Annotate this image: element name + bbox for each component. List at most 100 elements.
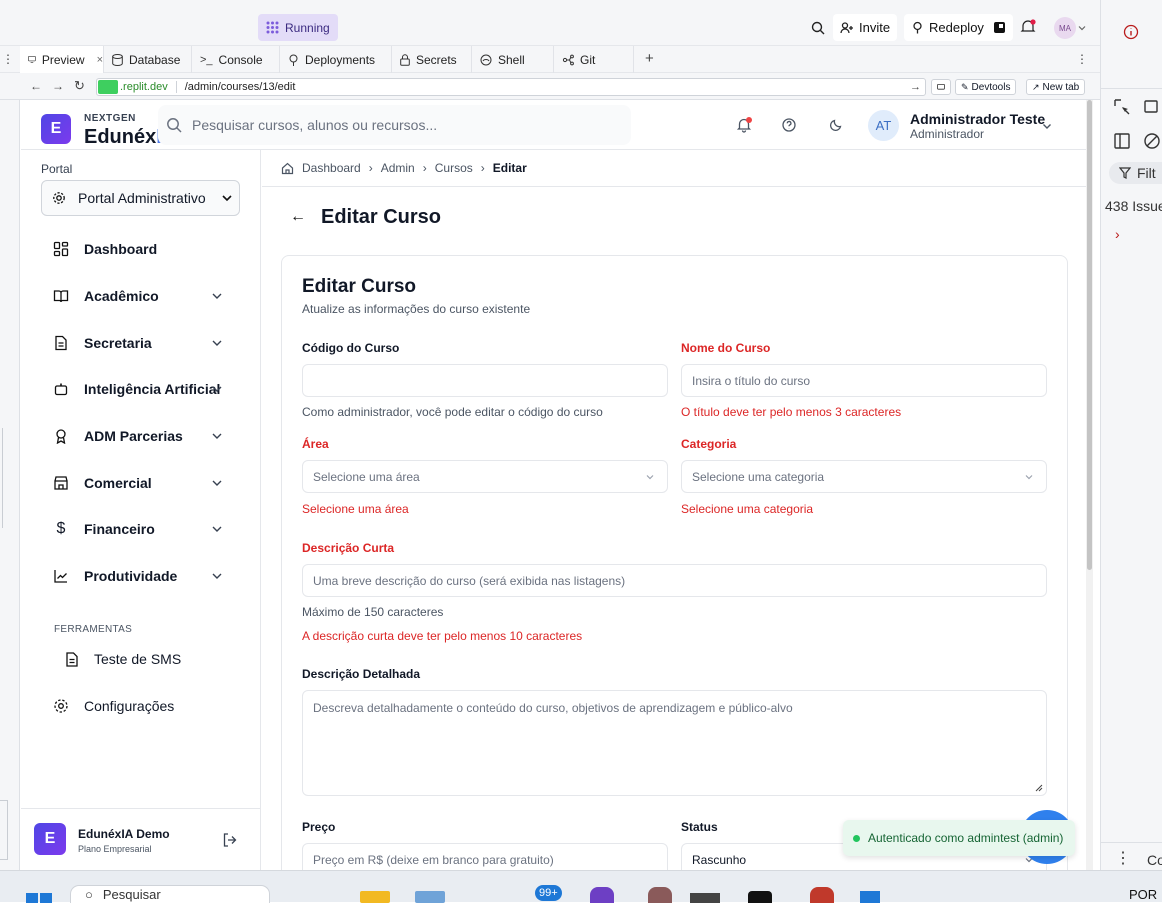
sidebar-item-dashboard[interactable]: Dashboard: [53, 234, 157, 264]
logout-icon[interactable]: [222, 832, 238, 848]
tab-database[interactable]: Database: [104, 46, 192, 73]
area-select[interactable]: Selecione uma área: [302, 460, 668, 493]
portal-select[interactable]: Portal Administrativo: [41, 180, 240, 216]
devtools-button[interactable]: ✎ Devtools: [955, 79, 1017, 95]
more-icon[interactable]: ⋮: [1076, 52, 1088, 66]
issues-count[interactable]: 438 Issue: [1105, 198, 1162, 214]
tab-label: Deployments: [305, 52, 376, 67]
language-indicator[interactable]: POR: [1129, 887, 1157, 902]
app-icon[interactable]: [590, 887, 614, 903]
sidebar-item-academico[interactable]: Acadêmico: [53, 281, 222, 311]
breadcrumb-admin[interactable]: Admin: [381, 161, 415, 175]
app-icon[interactable]: [415, 891, 445, 903]
breadcrumb-cursos[interactable]: Cursos: [435, 161, 473, 175]
breadcrumb-dashboard[interactable]: Dashboard: [302, 161, 361, 175]
device-toggle-icon[interactable]: [1143, 98, 1161, 116]
reload-icon[interactable]: ↻: [74, 78, 85, 94]
invite-button[interactable]: Invite: [833, 14, 898, 41]
sidebar-item-financeiro[interactable]: $ Financeiro: [53, 514, 222, 544]
calendar-icon[interactable]: [860, 891, 880, 903]
sidebar-item-ia[interactable]: Inteligência Artificial: [53, 374, 222, 404]
card-subtitle: Atualize as informações do curso existen…: [302, 302, 531, 316]
tab-shell[interactable]: Shell: [472, 46, 554, 73]
search-button[interactable]: [804, 14, 832, 41]
sidebar-toggle-icon[interactable]: [1113, 132, 1131, 150]
main-content: Dashboard › Admin › Cursos › Editar ← Ed…: [262, 150, 1093, 870]
inspect-icon[interactable]: [1113, 98, 1131, 116]
user-name[interactable]: Administrador Teste: [910, 111, 1045, 127]
portal-select-value: Portal Administrativo: [78, 190, 206, 206]
file-explorer-icon[interactable]: [360, 891, 390, 903]
close-icon[interactable]: ×: [97, 54, 103, 66]
filter-input[interactable]: Filt: [1109, 162, 1162, 184]
add-tab-button[interactable]: +: [645, 50, 654, 67]
monitor-icon: [937, 83, 945, 90]
help-icon[interactable]: [782, 118, 796, 132]
sidebar-item-secretaria[interactable]: Secretaria: [53, 328, 222, 358]
search-input[interactable]: Pesquisar cursos, alunos ou recursos...: [158, 105, 631, 145]
chevron-down-icon: [646, 474, 654, 479]
tab-secrets[interactable]: Secrets: [392, 46, 472, 73]
chevron-down-icon[interactable]: [1078, 24, 1086, 32]
tab-preview[interactable]: Preview ×: [20, 46, 104, 73]
app-icon[interactable]: [810, 887, 834, 903]
tools-heading: FERRAMENTAS: [54, 624, 133, 635]
taskbar-search[interactable]: ○ Pesquisar: [70, 885, 270, 903]
scrollbar[interactable]: [1086, 100, 1093, 870]
resize-handle-icon[interactable]: [1035, 784, 1043, 792]
sidebar-item-sms[interactable]: Teste de SMS: [65, 644, 181, 674]
name-error: O título deve ter pelo menos 3 caractere…: [681, 405, 902, 419]
redeploy-button[interactable]: Redeploy: [904, 14, 1013, 41]
home-icon: [281, 162, 294, 174]
sidebar-item-label: Financeiro: [84, 521, 155, 537]
forward-icon[interactable]: →: [52, 79, 64, 93]
info-icon[interactable]: [1123, 24, 1139, 40]
scrollbar-thumb[interactable]: [1087, 100, 1092, 570]
app-icon[interactable]: [648, 887, 672, 903]
moon-icon[interactable]: [829, 118, 843, 132]
console-tab-label[interactable]: Co: [1147, 852, 1162, 868]
sidebar-item-configuracoes[interactable]: Configurações: [53, 691, 174, 721]
sidebar-item-produtividade[interactable]: Produtividade: [53, 561, 222, 591]
app-icon[interactable]: [748, 891, 772, 903]
block-icon[interactable]: [1143, 132, 1161, 150]
tab-deployments[interactable]: Deployments: [280, 46, 392, 73]
category-select[interactable]: Selecione uma categoria: [681, 460, 1047, 493]
kebab-icon[interactable]: ⋮: [1115, 848, 1131, 868]
avatar[interactable]: MA: [1054, 17, 1076, 39]
chevron-right-icon: ›: [422, 161, 427, 175]
name-input[interactable]: Insira o título do curso: [681, 364, 1047, 397]
new-tab-button[interactable]: ↗ New tab: [1026, 79, 1086, 95]
back-icon[interactable]: ←: [30, 79, 42, 93]
bot-icon: [54, 383, 68, 396]
long-description-textarea[interactable]: Descreva detalhadamente o conteúdo do cu…: [302, 690, 1047, 796]
bell-icon[interactable]: [736, 117, 752, 133]
code-input[interactable]: [302, 364, 668, 397]
tab-label: Console: [218, 52, 263, 67]
notification-button[interactable]: [1020, 19, 1036, 35]
url-field[interactable]: .replit.dev /admin/courses/13/edit →: [96, 78, 926, 96]
search-placeholder: Pesquisar cursos, alunos ou recursos...: [192, 117, 438, 133]
tab-git[interactable]: Git: [554, 46, 634, 73]
windows-start-icon[interactable]: [26, 889, 52, 903]
chevron-down-icon[interactable]: [1042, 121, 1052, 131]
sidebar-item-parcerias[interactable]: ADM Parcerias: [53, 421, 222, 451]
sidebar-item-comercial[interactable]: Comercial: [53, 468, 222, 498]
chevron-down-icon: [1025, 474, 1033, 479]
tab-console[interactable]: >_ Console: [192, 46, 280, 73]
back-button[interactable]: ←: [290, 208, 306, 226]
running-status[interactable]: Running: [258, 14, 338, 41]
scroll-handle[interactable]: [0, 800, 8, 860]
go-icon[interactable]: →: [910, 81, 921, 93]
price-input[interactable]: Preço em R$ (deixe em branco para gratui…: [302, 843, 668, 870]
app-header: E NEXTGEN EdunéxIA « Pesquisar cursos, a…: [21, 100, 1093, 150]
kebab-icon[interactable]: ⋮: [2, 52, 14, 66]
name-placeholder: Insira o título do curso: [692, 373, 811, 388]
short-description-hint: Máximo de 150 caracteres: [302, 605, 444, 619]
user-avatar[interactable]: AT: [868, 110, 899, 141]
device-button[interactable]: [931, 79, 951, 95]
shell-icon: [480, 54, 492, 65]
chevron-right-icon[interactable]: ›: [1115, 226, 1120, 242]
short-description-input[interactable]: Uma breve descrição do curso (será exibi…: [302, 564, 1047, 597]
org-avatar: E: [34, 823, 66, 855]
